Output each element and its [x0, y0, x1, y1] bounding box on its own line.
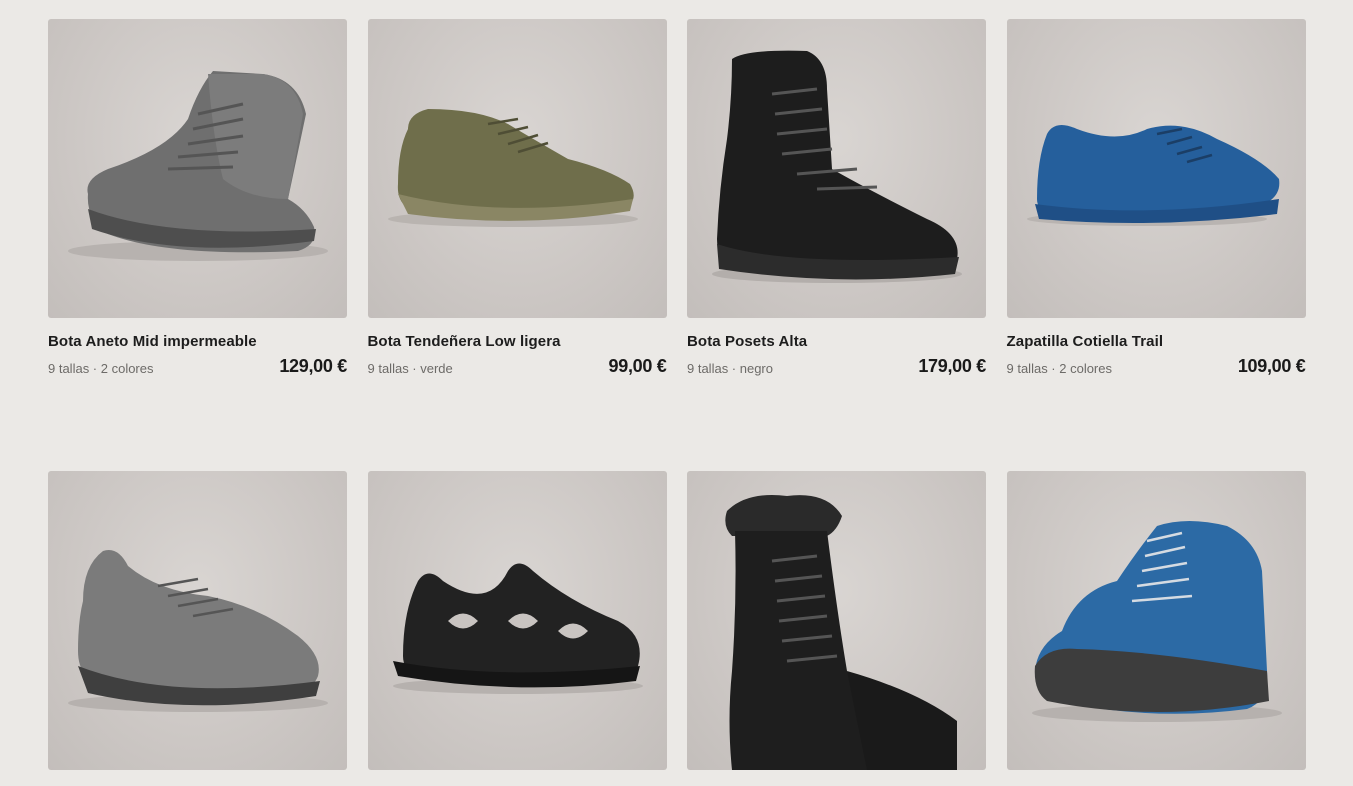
- product-image[interactable]: [48, 19, 347, 318]
- product-name[interactable]: Bota Posets Alta: [687, 333, 986, 350]
- product-price: 99,00 €: [608, 356, 667, 376]
- product-card[interactable]: [1006, 471, 1306, 786]
- product-grid: Bota Aneto Mid impermeable 9 tallas · 2 …: [48, 19, 1306, 786]
- product-name[interactable]: Zapatilla Cotiella Trail: [1007, 333, 1306, 350]
- grey-mid-hiking-boot-icon: [68, 71, 328, 261]
- product-card[interactable]: Bota Tendeñera Low ligera 9 tallas · ver…: [367, 19, 667, 377]
- product-image[interactable]: [48, 471, 347, 770]
- product-card[interactable]: [48, 471, 347, 786]
- product-card[interactable]: [687, 471, 986, 786]
- product-price: 109,00 €: [1237, 356, 1306, 376]
- product-meta-row: 9 tallas · verde 99,00 €: [368, 356, 667, 377]
- blue-trail-running-shoe-icon: [1026, 125, 1279, 226]
- blue-kids-hiking-boot-icon: [1031, 521, 1282, 722]
- product-card[interactable]: Bota Aneto Mid impermeable 9 tallas · 2 …: [48, 19, 347, 377]
- product-card[interactable]: [367, 471, 667, 786]
- product-card[interactable]: Bota Posets Alta 9 tallas · negro 179,00…: [687, 19, 986, 377]
- grey-approach-shoe-icon: [68, 550, 328, 712]
- product-image[interactable]: [1006, 471, 1306, 770]
- product-image[interactable]: [1006, 19, 1306, 318]
- product-image[interactable]: [687, 19, 986, 318]
- product-name[interactable]: Bota Aneto Mid impermeable: [48, 333, 347, 350]
- product-card[interactable]: Zapatilla Cotiella Trail 9 tallas · 2 co…: [1006, 19, 1306, 377]
- product-variants: 9 tallas · verde: [367, 361, 453, 376]
- black-hiking-sandal-icon: [392, 563, 643, 694]
- black-winter-boot-fur-collar-icon: [725, 495, 957, 770]
- product-variants: 9 tallas · 2 colores: [1006, 361, 1113, 376]
- product-price: 129,00 €: [279, 356, 347, 376]
- product-meta-row: 9 tallas · negro 179,00 €: [687, 356, 986, 377]
- product-variants: 9 tallas · negro: [687, 361, 773, 376]
- product-name[interactable]: Bota Tendeñera Low ligera: [368, 333, 667, 350]
- product-image[interactable]: [367, 19, 667, 318]
- product-meta-row: 9 tallas · 2 colores 109,00 €: [1007, 356, 1306, 377]
- product-price: 179,00 €: [918, 356, 986, 376]
- product-image[interactable]: [367, 471, 667, 770]
- black-high-mountain-boot-icon: [712, 50, 962, 283]
- olive-low-hiking-shoe-icon: [387, 109, 638, 227]
- product-image[interactable]: [687, 471, 986, 770]
- product-variants: 9 tallas · 2 colores: [48, 361, 154, 376]
- product-meta-row: 9 tallas · 2 colores 129,00 €: [48, 356, 347, 377]
